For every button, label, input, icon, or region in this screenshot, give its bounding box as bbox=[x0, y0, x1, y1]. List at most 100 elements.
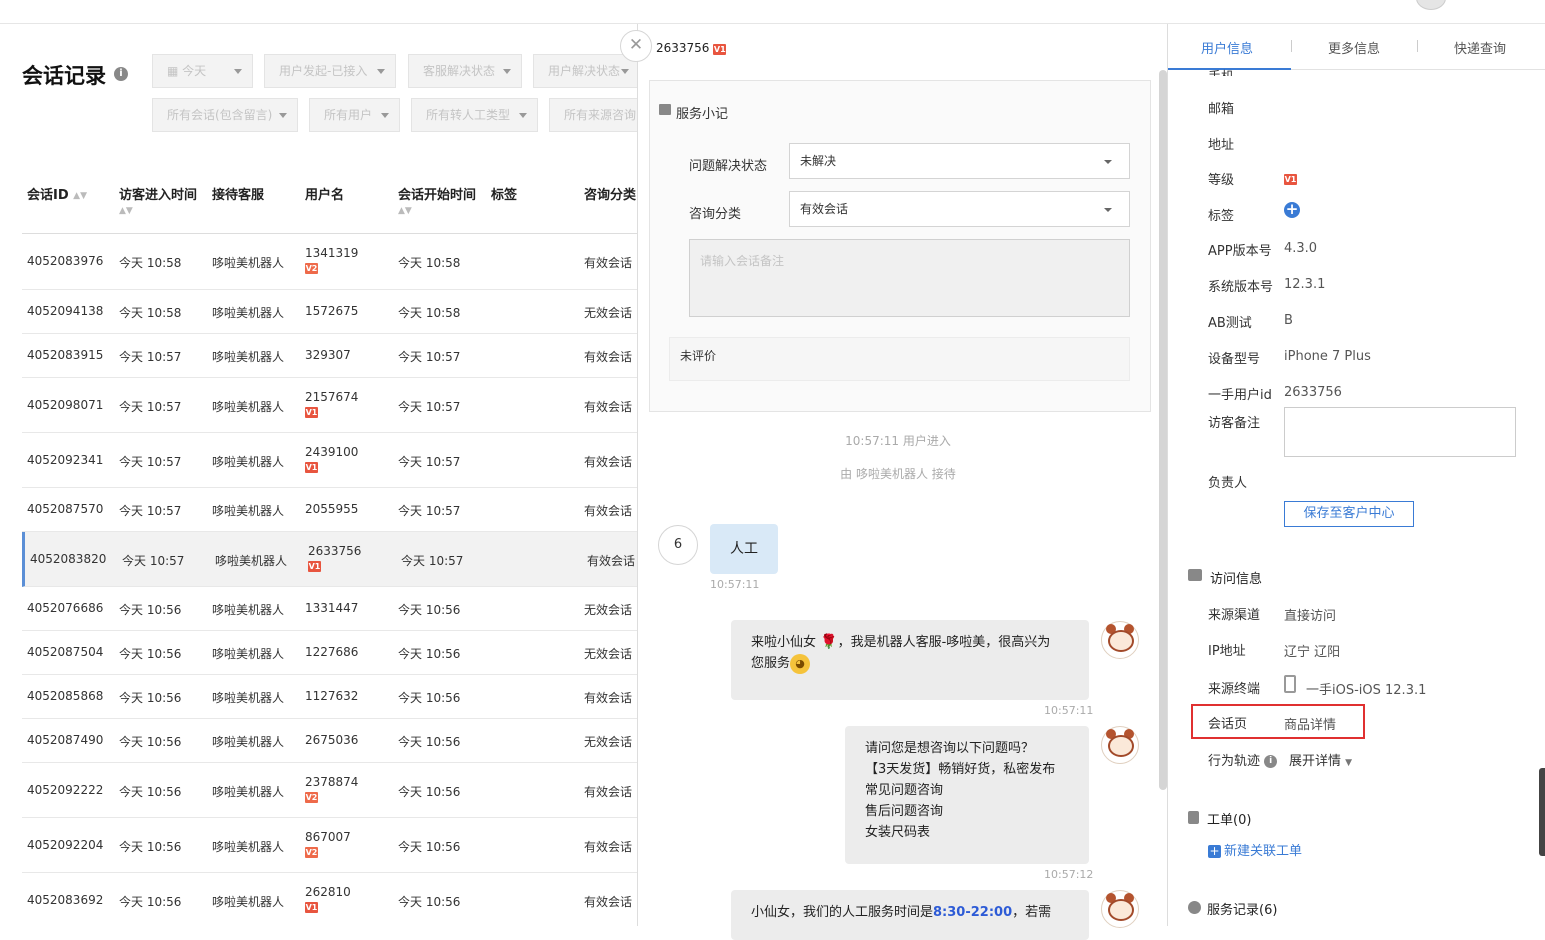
user-avatar-count: 6 bbox=[658, 525, 698, 565]
chat-user-id-value: 2633756 bbox=[656, 41, 710, 55]
faq-option[interactable]: 售后问题咨询 bbox=[865, 801, 1069, 822]
table-row[interactable]: 4052087504 今天 10:56 哆啦美机器人 今天 10:56 无效会话 1227… bbox=[22, 631, 640, 675]
category-cell: 无效会话 bbox=[584, 603, 633, 617]
col-agent: 接待客服 bbox=[212, 188, 265, 203]
username-cell: 1127632 bbox=[305, 689, 358, 703]
system-version-value: 12.3.1 bbox=[1284, 277, 1326, 292]
table-row[interactable]: 4052092222 今天 10:56 哆啦美机器人 今天 10:56 有效会话 2378… bbox=[22, 763, 640, 818]
sort-icon[interactable]: ▲▼ bbox=[119, 206, 133, 216]
terminal-label: 来源终端 bbox=[1208, 682, 1261, 697]
table-row[interactable]: 4052083976 今天 10:58 哆啦美机器人 今天 10:58 有效会话 1341… bbox=[22, 234, 640, 290]
chat-icon bbox=[1188, 569, 1202, 581]
user-avatar[interactable] bbox=[1416, 0, 1446, 10]
help-icon[interactable]: i bbox=[1264, 755, 1278, 768]
col-session-id[interactable]: 会话ID ▲▼ bbox=[27, 184, 87, 203]
username-cell: 1331447 bbox=[305, 601, 358, 615]
visitor-note-input[interactable] bbox=[1284, 407, 1516, 457]
username-cell: 2157674 V1 bbox=[305, 390, 358, 418]
filter-session-source[interactable]: 用户发起-已接入 bbox=[264, 54, 396, 88]
close-icon[interactable]: ✕ bbox=[620, 30, 652, 62]
session-id-cell: 4052094138 bbox=[27, 304, 104, 318]
faq-option[interactable]: 【3天发货】畅销好货，私密发布 bbox=[865, 759, 1069, 780]
agent-cell: 哆啦美机器人 bbox=[212, 256, 285, 270]
owner-label: 负责人 bbox=[1208, 476, 1248, 491]
level-label: 等级 bbox=[1208, 173, 1235, 188]
service-record-title[interactable]: 服务记录(6) bbox=[1207, 899, 1277, 918]
username-text: 2055955 bbox=[305, 502, 359, 516]
session-id-cell: 4052092341 bbox=[27, 452, 104, 467]
category-cell: 有效会话 bbox=[584, 504, 633, 518]
table-row[interactable]: 4052098071 今天 10:57 哆啦美机器人 今天 10:57 有效会话 2157… bbox=[22, 378, 640, 433]
filter-date[interactable]: ▦ 今天 bbox=[152, 54, 253, 88]
enter-time-cell: 今天 10:58 bbox=[119, 306, 182, 320]
table-row[interactable]: 4052085868 今天 10:56 哆啦美机器人 今天 10:56 有效会话 1127… bbox=[22, 675, 640, 719]
bot-avatar-icon bbox=[1101, 726, 1139, 764]
username-text: 1341319 bbox=[305, 246, 359, 260]
filter-agent-solve-status[interactable]: 客服解决状态 bbox=[408, 54, 522, 88]
system-message: 10:57:11 用户进入 bbox=[845, 434, 951, 448]
clock-icon bbox=[1188, 901, 1201, 914]
scrollbar[interactable] bbox=[1159, 70, 1167, 790]
system-version-label: 系统版本号 bbox=[1208, 280, 1274, 295]
faq-option[interactable]: 常见问题咨询 bbox=[865, 780, 1069, 801]
username-text: 867007 bbox=[305, 829, 351, 844]
add-tag-icon[interactable]: + bbox=[1284, 202, 1300, 218]
rating-text: 未评价 bbox=[680, 349, 717, 363]
expand-details-link[interactable]: 展开详情 ▼ bbox=[1289, 750, 1352, 769]
terminal-value: 一手iOS-iOS 12.3.1 bbox=[1306, 683, 1427, 698]
faq-option[interactable]: 女装尺码表 bbox=[865, 822, 1069, 843]
category-select[interactable]: 有效会话 bbox=[789, 191, 1130, 227]
filter-users[interactable]: 所有用户 bbox=[309, 98, 400, 132]
table-row[interactable]: 4052076686 今天 10:56 哆啦美机器人 今天 10:56 无效会话 1331… bbox=[22, 587, 640, 631]
new-ticket-link[interactable]: + 新建关联工单 bbox=[1208, 840, 1302, 859]
remark-textarea[interactable]: 请输入会话备注 bbox=[689, 239, 1130, 317]
agent-cell: 哆啦美机器人 bbox=[212, 350, 285, 364]
filter-source[interactable]: 所有来源咨询 bbox=[549, 98, 640, 132]
expand-details-text: 展开详情 bbox=[1289, 754, 1342, 769]
chat-user-id: 2633756 V1 bbox=[656, 41, 727, 55]
filter-session-type[interactable]: 所有会话(包含留言) bbox=[152, 98, 298, 132]
session-id-cell: 4052076686 bbox=[27, 601, 104, 615]
side-handle[interactable] bbox=[1539, 768, 1545, 856]
col-tag: 标签 bbox=[491, 188, 518, 203]
start-time-cell: 今天 10:56 bbox=[398, 839, 461, 854]
category-value: 有效会话 bbox=[800, 202, 849, 216]
table-row[interactable]: 4052092204 今天 10:56 哆啦美机器人 今天 10:56 有效会话 8670… bbox=[22, 818, 640, 873]
col-start-time[interactable]: 会话开始时间 ▲▼ bbox=[398, 184, 476, 218]
session-id-cell: 4052087490 bbox=[27, 733, 104, 747]
start-time-cell: 今天 10:57 bbox=[398, 399, 461, 414]
info-icon[interactable]: i bbox=[114, 67, 128, 81]
sort-icon[interactable]: ▲▼ bbox=[398, 206, 412, 216]
category-cell: 有效会话 bbox=[584, 350, 633, 364]
service-note-title: 服务小记 bbox=[676, 107, 729, 122]
table-row[interactable]: 4052087490 今天 10:56 哆啦美机器人 今天 10:56 无效会话 2675… bbox=[22, 719, 640, 763]
col-enter-time[interactable]: 访客进入时间 ▲▼ bbox=[119, 184, 197, 218]
bot-avatar-icon bbox=[1101, 621, 1139, 659]
bot-avatar-icon bbox=[1101, 890, 1139, 928]
address-label: 地址 bbox=[1208, 138, 1235, 153]
tab-user-info[interactable]: 用户信息 bbox=[1201, 38, 1253, 57]
table-row[interactable]: 4052083692 今天 10:56 哆啦美机器人 今天 10:56 有效会话 2628… bbox=[22, 873, 640, 926]
table-row[interactable]: 4052092341 今天 10:57 哆啦美机器人 今天 10:57 有效会话 2439… bbox=[22, 433, 640, 488]
table-row[interactable]: 4052094138 今天 10:58 哆啦美机器人 今天 10:58 无效会话 1572… bbox=[22, 290, 640, 334]
sort-icon[interactable]: ▲▼ bbox=[73, 191, 87, 201]
tab-express[interactable]: 快递查询 bbox=[1454, 38, 1506, 57]
agent-cell: 哆啦美机器人 bbox=[212, 306, 285, 320]
filter-user-solve-status[interactable]: 用户解决状态 bbox=[533, 54, 640, 88]
username-cell: 1572675 bbox=[305, 304, 358, 318]
solve-status-select[interactable]: 未解决 bbox=[789, 143, 1130, 179]
agent-cell: 哆啦美机器人 bbox=[212, 784, 285, 799]
bot-message-text: ，我是机器人客服-哆啦美，很高兴为 bbox=[837, 635, 1051, 650]
table-row[interactable]: 4052083915 今天 10:57 哆啦美机器人 今天 10:57 有效会话 3293… bbox=[22, 334, 640, 378]
ab-test-value: B bbox=[1284, 313, 1293, 328]
enter-time-cell: 今天 10:56 bbox=[119, 894, 182, 909]
filter-source-label: 所有来源咨询 bbox=[564, 108, 637, 122]
table-row[interactable]: 4052087570 今天 10:57 哆啦美机器人 今天 10:57 有效会话 2055… bbox=[22, 488, 640, 532]
save-to-crm-button[interactable]: 保存至客户中心 bbox=[1284, 501, 1414, 527]
user-level-badge: V1 bbox=[305, 461, 318, 473]
channel-value: 直接访问 bbox=[1284, 609, 1337, 624]
filter-transfer-type[interactable]: 所有转人工类型 bbox=[411, 98, 538, 132]
table-row[interactable]: 4052083820 今天 10:57 哆啦美机器人 今天 10:57 有效会话 2633… bbox=[22, 532, 640, 587]
rose-icon: 🌹 bbox=[820, 634, 838, 650]
tab-more-info[interactable]: 更多信息 bbox=[1328, 38, 1380, 57]
